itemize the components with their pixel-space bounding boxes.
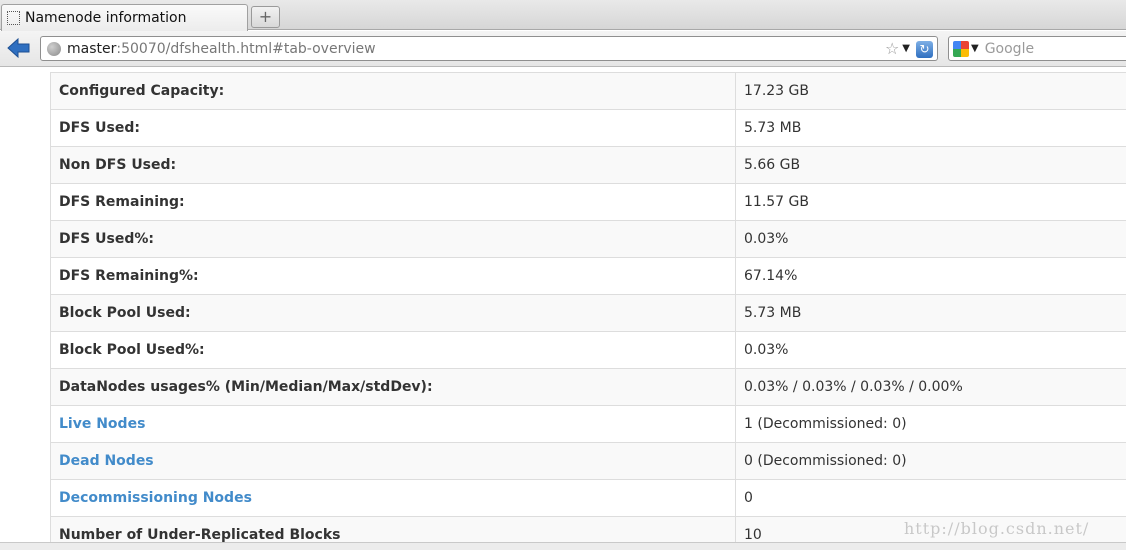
row-value-cell: 0 (Decommissioned: 0) xyxy=(735,442,1126,480)
row-label-link[interactable]: Live Nodes xyxy=(59,416,145,432)
row-value-cell: 0.03% / 0.03% / 0.03% / 0.00% xyxy=(735,368,1126,406)
row-label: DFS Used: xyxy=(59,120,140,136)
row-value: 5.66 GB xyxy=(744,157,801,173)
row-label-cell: DFS Used: xyxy=(50,109,736,147)
plus-icon: + xyxy=(258,7,273,26)
table-row: Live Nodes 1 (Decommissioned: 0) xyxy=(50,405,1126,443)
row-label-link[interactable]: Dead Nodes xyxy=(59,453,154,469)
row-value: 10 xyxy=(744,527,762,542)
row-value-cell: 0.03% xyxy=(735,331,1126,369)
watermark-text: http://blog.csdn.net/ xyxy=(904,519,1090,538)
row-label: Non DFS Used: xyxy=(59,157,177,173)
table-row: Decommissioning Nodes 0 xyxy=(50,479,1126,517)
row-value-cell: 17.23 GB xyxy=(735,72,1126,110)
row-label: Number of Under-Replicated Blocks xyxy=(59,527,341,542)
row-label-cell: Number of Under-Replicated Blocks xyxy=(50,516,736,542)
row-value: 17.23 GB xyxy=(744,83,809,99)
row-value: 11.57 GB xyxy=(744,194,809,210)
table-row: DFS Remaining%: 67.14% xyxy=(50,257,1126,295)
row-value: 0.03% / 0.03% / 0.03% / 0.00% xyxy=(744,379,963,395)
row-label-cell: Block Pool Used%: xyxy=(50,331,736,369)
tab-namenode-information[interactable]: Namenode information xyxy=(1,4,248,31)
status-bar xyxy=(0,542,1126,550)
google-icon[interactable] xyxy=(953,40,969,57)
search-box[interactable]: ▼ Google xyxy=(948,36,1126,61)
row-label: Block Pool Used: xyxy=(59,305,191,321)
navigation-toolbar: master:50070/dfshealth.html#tab-overview… xyxy=(0,31,1126,67)
row-label-cell: DataNodes usages% (Min/Median/Max/stdDev… xyxy=(50,368,736,406)
tab-title: Namenode information xyxy=(25,10,187,26)
table-row: Dead Nodes 0 (Decommissioned: 0) xyxy=(50,442,1126,480)
url-path: :50070/dfshealth.html#tab-overview xyxy=(116,40,376,57)
tab-bar: Namenode information + xyxy=(0,0,1126,31)
reload-icon[interactable]: ↻ xyxy=(916,40,933,58)
row-value: 67.14% xyxy=(744,268,798,284)
address-bar-controls: ☆ ▼ ↻ xyxy=(885,39,933,59)
table-row: Non DFS Used: 5.66 GB xyxy=(50,146,1126,184)
row-label: Block Pool Used%: xyxy=(59,342,205,358)
table-row: Block Pool Used%: 0.03% xyxy=(50,331,1126,369)
bookmark-star-icon[interactable]: ☆ xyxy=(885,41,899,57)
row-value-cell: 5.73 MB xyxy=(735,109,1126,147)
table-row: DFS Used%: 0.03% xyxy=(50,220,1126,258)
new-tab-button[interactable]: + xyxy=(251,6,280,28)
row-value: 5.73 MB xyxy=(744,305,802,321)
row-label-cell: DFS Used%: xyxy=(50,220,736,258)
row-label-cell: Decommissioning Nodes xyxy=(50,479,736,517)
back-button[interactable] xyxy=(6,37,32,59)
table-row: DFS Used: 5.73 MB xyxy=(50,109,1126,147)
overview-table: Configured Capacity: 17.23 GB DFS Used: 5.7… xyxy=(50,72,1126,542)
row-value: 0 xyxy=(744,490,753,506)
row-label: DFS Remaining: xyxy=(59,194,185,210)
row-label-cell: DFS Remaining%: xyxy=(50,257,736,295)
row-value-cell: 0.03% xyxy=(735,220,1126,258)
table-row: DataNodes usages% (Min/Median/Max/stdDev… xyxy=(50,368,1126,406)
row-value: 5.73 MB xyxy=(744,120,802,136)
globe-icon xyxy=(47,41,61,56)
row-value-cell: 5.66 GB xyxy=(735,146,1126,184)
row-value-cell: 11.57 GB xyxy=(735,183,1126,221)
table-row: DFS Remaining: 11.57 GB xyxy=(50,183,1126,221)
row-value-cell: 67.14% xyxy=(735,257,1126,295)
row-label: DataNodes usages% (Min/Median/Max/stdDev… xyxy=(59,379,433,395)
row-value: 0 (Decommissioned: 0) xyxy=(744,453,907,469)
row-value-cell: 1 (Decommissioned: 0) xyxy=(735,405,1126,443)
row-value: 0.03% xyxy=(744,231,789,247)
row-label-cell: Non DFS Used: xyxy=(50,146,736,184)
row-label: Configured Capacity: xyxy=(59,83,225,99)
row-label-cell: Dead Nodes xyxy=(50,442,736,480)
search-placeholder: Google xyxy=(984,40,1035,57)
table-row: Block Pool Used: 5.73 MB xyxy=(50,294,1126,332)
row-label-cell: Block Pool Used: xyxy=(50,294,736,332)
row-label: DFS Used%: xyxy=(59,231,154,247)
page-viewport[interactable]: Configured Capacity: 17.23 GB DFS Used: 5.7… xyxy=(0,68,1126,542)
row-label: DFS Remaining%: xyxy=(59,268,199,284)
address-bar[interactable]: master:50070/dfshealth.html#tab-overview… xyxy=(40,36,938,61)
row-label-link[interactable]: Decommissioning Nodes xyxy=(59,490,252,506)
row-value: 0.03% xyxy=(744,342,789,358)
back-arrow-icon xyxy=(7,37,30,59)
row-label-cell: DFS Remaining: xyxy=(50,183,736,221)
row-value: 1 (Decommissioned: 0) xyxy=(744,416,907,432)
row-value-cell: 5.73 MB xyxy=(735,294,1126,332)
page-favicon-icon xyxy=(7,11,20,25)
url-host: master xyxy=(67,40,117,57)
table-row: Configured Capacity: 17.23 GB xyxy=(50,72,1126,110)
search-engine-chevron-down-icon[interactable]: ▼ xyxy=(971,43,979,54)
chevron-down-icon[interactable]: ▼ xyxy=(902,44,910,54)
row-label-cell: Configured Capacity: xyxy=(50,72,736,110)
row-value-cell: 0 xyxy=(735,479,1126,517)
row-label-cell: Live Nodes xyxy=(50,405,736,443)
